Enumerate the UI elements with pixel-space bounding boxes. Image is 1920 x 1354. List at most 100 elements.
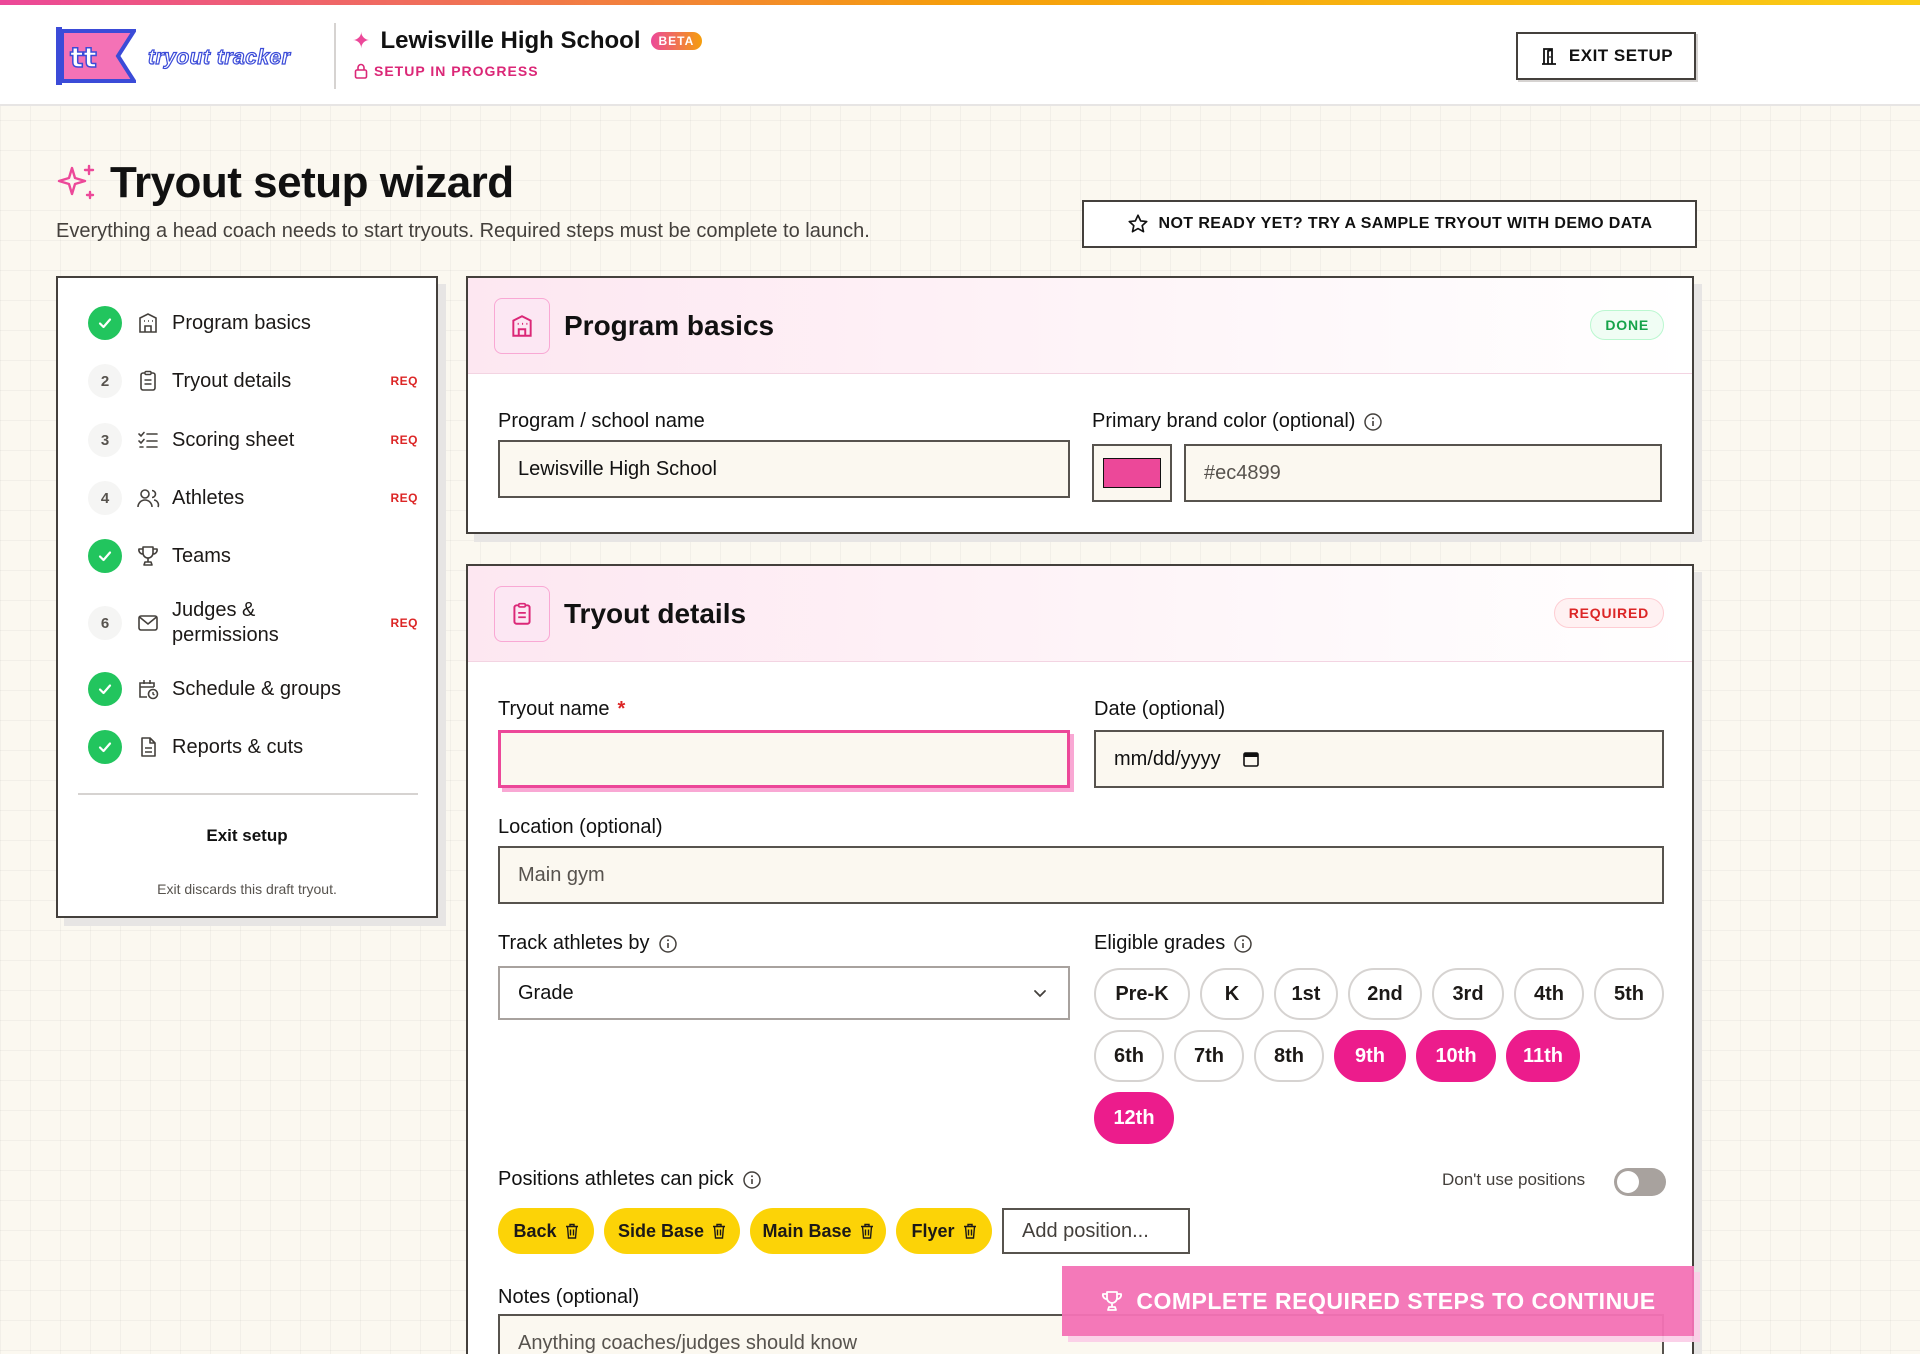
positions-label: Positions athletes can pick [498,1168,762,1191]
grade-chip-k[interactable]: K [1200,968,1264,1020]
position-chip-flyer[interactable]: Flyer [896,1208,992,1254]
step-label: Teams [172,544,231,567]
exit-setup-button[interactable]: EXIT SETUP [1516,32,1696,80]
grade-chip-11th[interactable]: 11th [1506,1030,1580,1082]
sidebar-step-judges-permissions[interactable]: 6 Judges & permissions REQ [88,598,418,648]
notes-label: Notes (optional) [498,1286,639,1309]
track-athletes-label: Track athletes by [498,932,678,955]
brand-color-label: Primary brand color (optional) [1092,410,1383,433]
notes-label-text: Notes (optional) [498,1286,640,1308]
date-input[interactable]: mm/dd/yyyy [1094,730,1664,788]
sample-tryout-button[interactable]: NOT READY YET? TRY A SAMPLE TRYOUT WITH … [1082,200,1697,248]
positions-label-text: Positions athletes can pick [498,1168,734,1190]
grade-chip-1st[interactable]: 1st [1274,968,1338,1020]
beta-badge: BETA [650,32,703,50]
tryout-name-label: Tryout name * [498,698,625,721]
grade-chip-5th[interactable]: 5th [1594,968,1664,1020]
sidebar-step-teams[interactable]: Teams [88,539,418,573]
grade-chip-4th[interactable]: 4th [1514,968,1584,1020]
tryout-details-card: Tryout details REQUIRED Tryout name * Da… [466,564,1694,1354]
page-title: Tryout setup wizard [56,158,514,208]
trophy-icon [1102,1291,1123,1311]
brand-color-hex-input[interactable]: #ec4899 [1184,444,1662,502]
step-number: 6 [88,606,122,640]
sidebar-step-tryout-details[interactable]: 2 Tryout details REQ [88,364,418,398]
info-icon[interactable] [658,934,678,954]
school-heading: ✦ Lewisville High School BETA [352,27,703,55]
sample-tryout-label: NOT READY YET? TRY A SAMPLE TRYOUT WITH … [1158,215,1653,232]
grade-chip-2nd[interactable]: 2nd [1348,968,1422,1020]
eligible-grades-label-text: Eligible grades [1094,932,1226,954]
exit-setup-label: EXIT SETUP [1568,46,1674,65]
grade-chip-12th[interactable]: 12th [1094,1092,1174,1144]
eligible-grades-label: Eligible grades [1094,932,1253,955]
date-label: Date (optional) [1094,698,1225,721]
users-icon [137,489,160,508]
add-position-input[interactable]: Add position... [1002,1208,1190,1254]
grade-chip-6th[interactable]: 6th [1094,1030,1164,1082]
position-chip-label: Back [513,1220,557,1241]
sparkles-icon [57,164,95,200]
setup-status: SETUP IN PROGRESS [354,63,539,79]
school-name-input[interactable]: Lewisville High School [498,440,1070,498]
no-positions-toggle[interactable] [1614,1168,1666,1196]
school-name-label-text: Program / school name [498,410,705,432]
position-chip-back[interactable]: Back [498,1208,594,1254]
door-exit-icon [1541,48,1556,65]
step-label: Tryout details [172,369,292,392]
sidebar-step-athletes[interactable]: 4 Athletes REQ [88,481,418,515]
position-chip-main-base[interactable]: Main Base [750,1208,886,1254]
toggle-knob [1617,1171,1639,1193]
trash-icon[interactable] [963,1223,977,1239]
sidebar-step-schedule-groups[interactable]: Schedule & groups [88,672,418,706]
trash-icon[interactable] [712,1223,726,1239]
trash-icon[interactable] [860,1223,874,1239]
sidebar-step-program-basics[interactable]: Program basics [88,306,418,340]
step-label: Athletes [172,486,245,509]
date-placeholder: mm/dd/yyyy [1114,747,1221,770]
program-basics-title: Program basics [564,309,775,341]
calendar-icon[interactable] [1241,749,1261,769]
complete-required-steps-button[interactable]: COMPLETE REQUIRED STEPS TO CONTINUE [1062,1266,1694,1336]
info-icon[interactable] [742,1170,762,1190]
brand-color-label-text: Primary brand color (optional) [1092,410,1356,432]
building-icon [139,313,157,333]
grade-chip-9th[interactable]: 9th [1334,1030,1406,1082]
tryout-details-header: Tryout details REQUIRED [468,566,1692,662]
grade-chip-10th[interactable]: 10th [1416,1030,1496,1082]
position-chip-label: Flyer [911,1220,955,1241]
tryout-details-title: Tryout details [564,597,747,629]
tryout-tracker-logo[interactable]: tt [56,25,136,87]
grade-chip-pre-k[interactable]: Pre-K [1094,968,1190,1020]
sidebar-step-reports-cuts[interactable]: Reports & cuts [88,730,418,764]
step-req-badge: REQ [390,374,418,388]
location-input[interactable]: Main gym [498,846,1664,904]
svg-text:tt: tt [70,41,97,74]
step-number: 4 [88,481,122,515]
grade-chip-7th[interactable]: 7th [1174,1030,1244,1082]
logo-wordmark: tryout tracker [147,45,291,69]
grade-chip-8th[interactable]: 8th [1254,1030,1324,1082]
trash-icon[interactable] [565,1223,579,1239]
position-chip-label: Side Base [617,1220,705,1241]
step-label: Judges & permissions [172,599,279,646]
brand-color-picker[interactable] [1092,444,1172,502]
grade-chip-3rd[interactable]: 3rd [1432,968,1504,1020]
wizard-steps-sidebar: Program basics 2 Tryout details REQ 3 Sc… [56,276,438,918]
step-label: Schedule & groups [172,677,342,700]
track-athletes-select[interactable]: Grade [498,966,1070,1020]
trophy-icon [138,546,158,566]
chevron-down-icon [1034,990,1046,998]
lock-icon [354,63,368,79]
date-label-text: Date (optional) [1094,698,1226,720]
required-status-badge: REQUIRED [1553,598,1664,628]
tryout-name-input[interactable] [498,730,1070,788]
info-icon[interactable] [1233,934,1253,954]
sidebar-step-scoring-sheet[interactable]: 3 Scoring sheet REQ [88,423,418,457]
position-chip-side-base[interactable]: Side Base [604,1208,740,1254]
info-icon[interactable] [1363,412,1383,432]
calendar-clock-icon [139,680,159,700]
page-subtitle: Everything a head coach needs to start t… [56,220,870,242]
step-label: Program basics [172,311,311,334]
sidebar-exit-setup-link[interactable]: Exit setup [58,826,436,846]
